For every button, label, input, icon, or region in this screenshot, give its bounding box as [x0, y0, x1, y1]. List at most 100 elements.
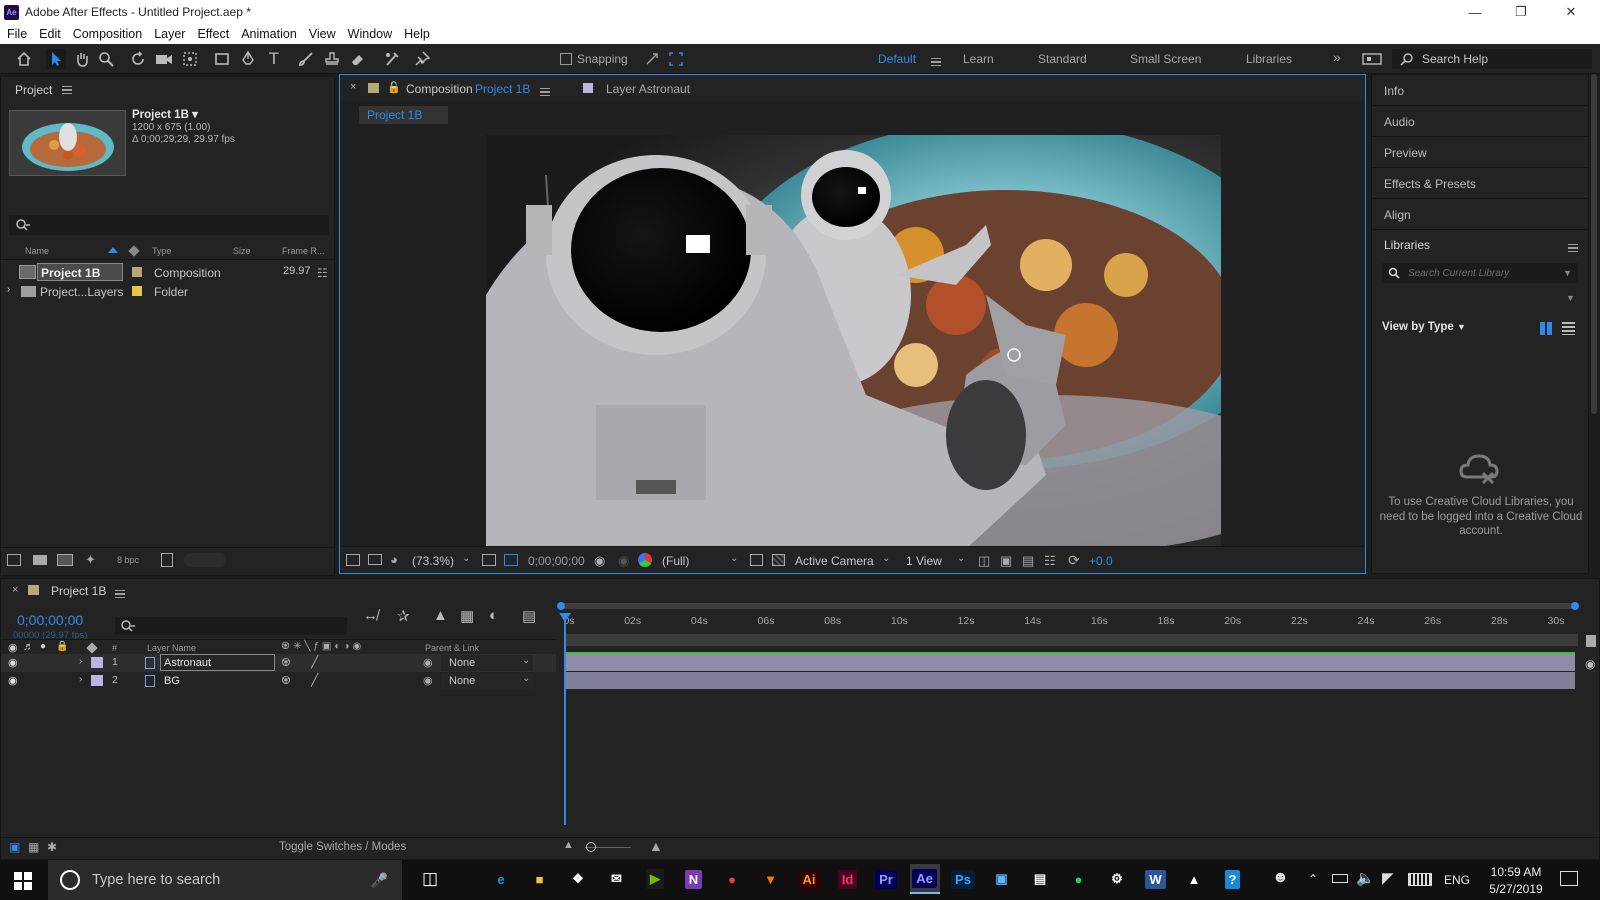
file-explorer-icon[interactable]: ■ [525, 864, 555, 894]
project-search-input[interactable] [9, 215, 329, 235]
puppet-pin-tool-icon[interactable] [412, 49, 432, 69]
transparency-grid-icon[interactable] [772, 554, 785, 566]
menu-edit[interactable]: Edit [34, 27, 66, 41]
lock-icon[interactable]: 🔓 [387, 81, 401, 94]
store-bag-icon[interactable]: ▤ [1025, 864, 1055, 894]
project-item-name[interactable]: Project 1B ▾ [132, 107, 198, 121]
home-icon[interactable] [14, 49, 34, 69]
flowchart-icon[interactable]: ☷ [317, 266, 328, 280]
resolution-dropdown[interactable]: (Full) [662, 554, 689, 568]
snapping-checkbox[interactable] [560, 53, 572, 65]
layer-duration-bar[interactable] [566, 672, 1575, 689]
project-row-folder[interactable]: › Project...Layers Folder [1, 282, 331, 301]
label-color-swatch[interactable] [132, 267, 142, 277]
panel-effects-presets[interactable]: Effects & Presets [1372, 168, 1588, 199]
layer-duration-bar[interactable] [566, 654, 1575, 671]
vlc-icon[interactable]: ▼ [756, 864, 786, 894]
menu-window[interactable]: Window [343, 27, 397, 41]
zoom-slider-thumb[interactable] [586, 842, 596, 852]
chevron-down-icon[interactable]: ▼ [1563, 268, 1572, 278]
menu-help[interactable]: Help [399, 27, 435, 41]
people-icon[interactable]: ☻ [1272, 869, 1289, 887]
dropbox-icon[interactable]: ❖ [563, 864, 593, 894]
chevron-down-icon[interactable]: ⌄ [522, 673, 530, 684]
chevron-down-icon[interactable]: ⌄ [730, 553, 738, 564]
right-scrollbar[interactable] [1589, 74, 1600, 574]
rotate-tool-icon[interactable] [128, 49, 148, 69]
menu-effect[interactable]: Effect [192, 27, 234, 41]
layer-label-swatch[interactable] [91, 657, 103, 668]
exposure-value[interactable]: +0.0 [1089, 554, 1113, 568]
workspace-libraries[interactable]: Libraries [1246, 52, 1292, 66]
column-frame-rate[interactable]: Frame R... [282, 246, 325, 256]
nvidia-icon[interactable]: ▶ [640, 864, 670, 894]
playhead-handle[interactable] [559, 613, 571, 622]
project-panel-menu-icon[interactable] [62, 86, 73, 94]
timeline-search-input[interactable] [115, 617, 347, 635]
work-area-end-handle[interactable] [1571, 602, 1579, 610]
chevron-down-icon[interactable]: ⌄ [882, 553, 890, 564]
pen-tool-icon[interactable] [238, 49, 258, 69]
comp-duration-bar[interactable] [566, 634, 1578, 646]
interpret-footage-icon[interactable] [7, 554, 21, 566]
project-panel-title[interactable]: Project [15, 83, 52, 97]
project-row-name[interactable]: Project...Layers [40, 285, 123, 299]
after-effects-icon[interactable]: Ae [909, 864, 940, 894]
monitor-icon[interactable] [368, 554, 382, 565]
chevron-down-icon[interactable]: ⌄ [522, 655, 530, 666]
snap-edge-icon[interactable] [642, 49, 662, 69]
menu-file[interactable]: File [2, 27, 32, 41]
library-search-input[interactable]: Search Current Library ▼ [1382, 263, 1578, 283]
list-view-icon[interactable] [1562, 322, 1575, 335]
fast-previews-icon[interactable]: ▣ [1000, 553, 1012, 569]
timeline-tab-label[interactable]: Project 1B [51, 584, 106, 598]
camera-tool-icon[interactable] [154, 49, 174, 69]
menu-animation[interactable]: Animation [236, 27, 302, 41]
magnification-ratio[interactable]: (73.3%) [412, 554, 454, 568]
composition-viewer[interactable] [486, 135, 1221, 549]
grid-view-icon[interactable] [1540, 322, 1553, 335]
edge-icon[interactable]: e [486, 864, 516, 894]
mail-icon[interactable]: ✉ [602, 864, 632, 894]
time-ruler[interactable]: 0s 02s 04s 06s 08s 10s 12s 14s 16s 18s 20s 22s 24s 26… [563, 615, 1578, 631]
timeline-current-time[interactable]: 0;00;00;00 [17, 612, 83, 628]
libraries-menu-icon[interactable] [1568, 244, 1578, 252]
microphone-icon[interactable]: 🎤 [371, 872, 388, 889]
rectangle-tool-icon[interactable] [212, 49, 232, 69]
timeline-icon[interactable]: ▤ [1022, 553, 1034, 569]
show-hidden-icons-icon[interactable]: ⌃ [1308, 872, 1318, 886]
composition-breadcrumb[interactable]: Project 1B [359, 106, 448, 124]
layer-row[interactable]: ◉ › 2 BG ♼ ╱ ◉ None ⌄ [1, 672, 556, 690]
layer-label-swatch[interactable] [91, 675, 103, 686]
zoom-in-icon[interactable]: ▲ [649, 838, 663, 854]
restore-button[interactable]: ❐ [1498, 0, 1544, 24]
shy-layers-icon[interactable]: ▲ [433, 607, 448, 624]
eye-icon[interactable]: ◉ [8, 674, 18, 687]
quality-icon[interactable]: ╱ [311, 655, 318, 669]
wifi-icon[interactable]: ◤ [1382, 869, 1394, 887]
snapping-toggle[interactable]: Snapping [560, 49, 640, 69]
reset-exposure-icon[interactable]: ⟳ [1068, 552, 1080, 569]
panel-info[interactable]: Info [1372, 75, 1588, 106]
label-tag-icon[interactable] [86, 642, 98, 654]
layer-name[interactable]: BG [164, 675, 180, 687]
chevron-down-icon[interactable]: ⌄ [462, 553, 470, 564]
layer-switches-icon[interactable]: ▣ [9, 840, 20, 854]
project-row-composition[interactable]: Project 1B Composition 29.97 ☷ [1, 263, 331, 282]
toggle-pixel-aspect-icon[interactable]: ◫ [978, 553, 990, 569]
pan-behind-tool-icon[interactable] [180, 49, 200, 69]
region-of-interest-icon[interactable] [750, 554, 763, 566]
steam-icon[interactable]: ⚙ [1102, 864, 1132, 894]
search-help-field[interactable]: Search Help [1392, 49, 1592, 69]
composition-panel-menu-icon[interactable] [540, 88, 550, 96]
windows-start-icon[interactable] [14, 872, 32, 890]
column-size[interactable]: Size [233, 246, 251, 256]
library-selector[interactable]: ▼ [1382, 289, 1578, 309]
timeline-panel-menu-icon[interactable] [115, 590, 125, 598]
in-out-stretch-icon[interactable]: ✱ [47, 840, 57, 854]
transfer-controls-icon[interactable]: ▦ [28, 840, 39, 854]
color-channels-icon[interactable] [638, 553, 652, 567]
new-folder-icon[interactable] [33, 555, 47, 565]
libraries-panel-title[interactable]: Libraries [1384, 238, 1430, 252]
chevron-down-icon[interactable]: ▼ [1566, 293, 1575, 303]
